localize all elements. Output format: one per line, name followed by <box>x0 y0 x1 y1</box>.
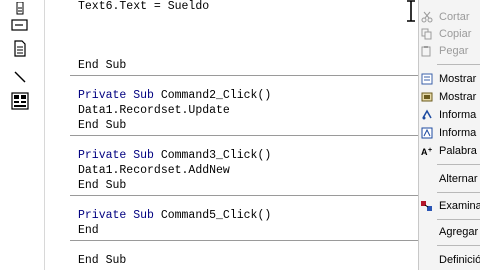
context-menu: Cortar Copiar Pegar Mostrar Mostrar Info… <box>418 0 480 270</box>
menu-item-label: Alternar <box>439 173 478 185</box>
menu-item-label: Cortar <box>439 11 470 23</box>
procedure-separator <box>70 135 418 136</box>
menu-item-label: Examina <box>439 200 480 212</box>
menu-item-informacion-parametros[interactable]: Informa <box>419 124 480 142</box>
code-line: Text6.Text = Sueldo <box>78 0 210 13</box>
text-cursor-icon <box>407 0 415 22</box>
paste-icon <box>421 46 431 57</box>
menu-separator <box>437 164 480 165</box>
menu-item-alternar[interactable]: Alternar <box>419 170 480 188</box>
procedure-signature: Command5_Click() <box>153 209 272 222</box>
svg-text:A: A <box>421 147 428 157</box>
menu-item-copiar[interactable]: Copiar <box>419 25 480 43</box>
menu-item-label: Palabra <box>439 145 477 157</box>
menu-item-informacion-rapida[interactable]: Informa <box>419 106 480 124</box>
quick-info-icon <box>422 109 432 120</box>
procedure-separator <box>70 75 418 76</box>
menu-item-label: Informa <box>439 109 477 121</box>
svg-text:+: + <box>428 147 432 154</box>
list-constants-icon <box>421 92 433 102</box>
code-line: End Sub <box>78 119 127 132</box>
menu-separator <box>437 219 480 220</box>
menu-item-cortar[interactable]: Cortar <box>419 8 480 26</box>
code-line: End Sub <box>78 254 127 267</box>
menu-item-label: Mostrar <box>439 91 477 103</box>
grid-icon[interactable] <box>10 92 30 110</box>
code-line: Data1.Recordset.Update <box>78 104 230 117</box>
object-browser-icon <box>421 201 432 211</box>
menu-separator <box>437 245 480 246</box>
code-line: Private Sub Command5_Click() <box>78 209 271 222</box>
code-line: End <box>78 224 99 237</box>
line-icon[interactable] <box>10 68 30 86</box>
menu-item-label: Definició <box>439 254 480 266</box>
procedure-signature: Command3_Click() <box>153 149 272 162</box>
procedure-separator <box>70 195 418 196</box>
textbox-icon[interactable] <box>10 16 30 34</box>
procedure-separator <box>70 240 418 241</box>
menu-item-label: Mostrar <box>439 73 477 85</box>
keyword: Private Sub <box>78 209 154 222</box>
menu-item-examinador-objetos[interactable]: Examina <box>419 197 480 215</box>
list-properties-icon <box>421 73 433 85</box>
menu-item-definicion[interactable]: Definició <box>419 251 480 269</box>
document-icon[interactable] <box>10 40 30 58</box>
menu-item-agregar-inspeccion[interactable]: Agregar <box>419 223 480 241</box>
code-editor[interactable]: Text6.Text = Sueldo End Sub Private Sub … <box>70 0 418 270</box>
code-line: End Sub <box>78 59 127 72</box>
procedure-signature: Command2_Click() <box>153 89 272 102</box>
menu-item-mostrar-propiedades[interactable]: Mostrar <box>419 70 480 88</box>
code-line: Private Sub Command2_Click() <box>78 89 271 102</box>
menu-item-label: Agregar <box>439 226 479 238</box>
menu-item-palabra-completa[interactable]: A + Palabra <box>419 142 480 160</box>
menu-item-label: Copiar <box>439 28 472 40</box>
keyword: Private Sub <box>78 89 154 102</box>
copy-icon <box>421 28 432 40</box>
complete-word-icon: A + <box>421 147 432 157</box>
code-line: Data1.Recordset.AddNew <box>78 164 230 177</box>
code-line: Private Sub Command3_Click() <box>78 149 271 162</box>
menu-separator <box>437 192 480 193</box>
menu-separator <box>437 64 480 65</box>
keyword: Private Sub <box>78 149 154 162</box>
code-line: End Sub <box>78 179 127 192</box>
toolbox <box>0 0 45 270</box>
menu-item-label: Pegar <box>439 45 469 57</box>
menu-item-label: Informa <box>439 127 477 139</box>
menu-item-mostrar-constantes[interactable]: Mostrar <box>419 88 480 106</box>
menu-item-pegar[interactable]: Pegar <box>419 42 480 60</box>
parameter-info-icon <box>421 127 433 139</box>
scissors-icon <box>421 11 433 23</box>
